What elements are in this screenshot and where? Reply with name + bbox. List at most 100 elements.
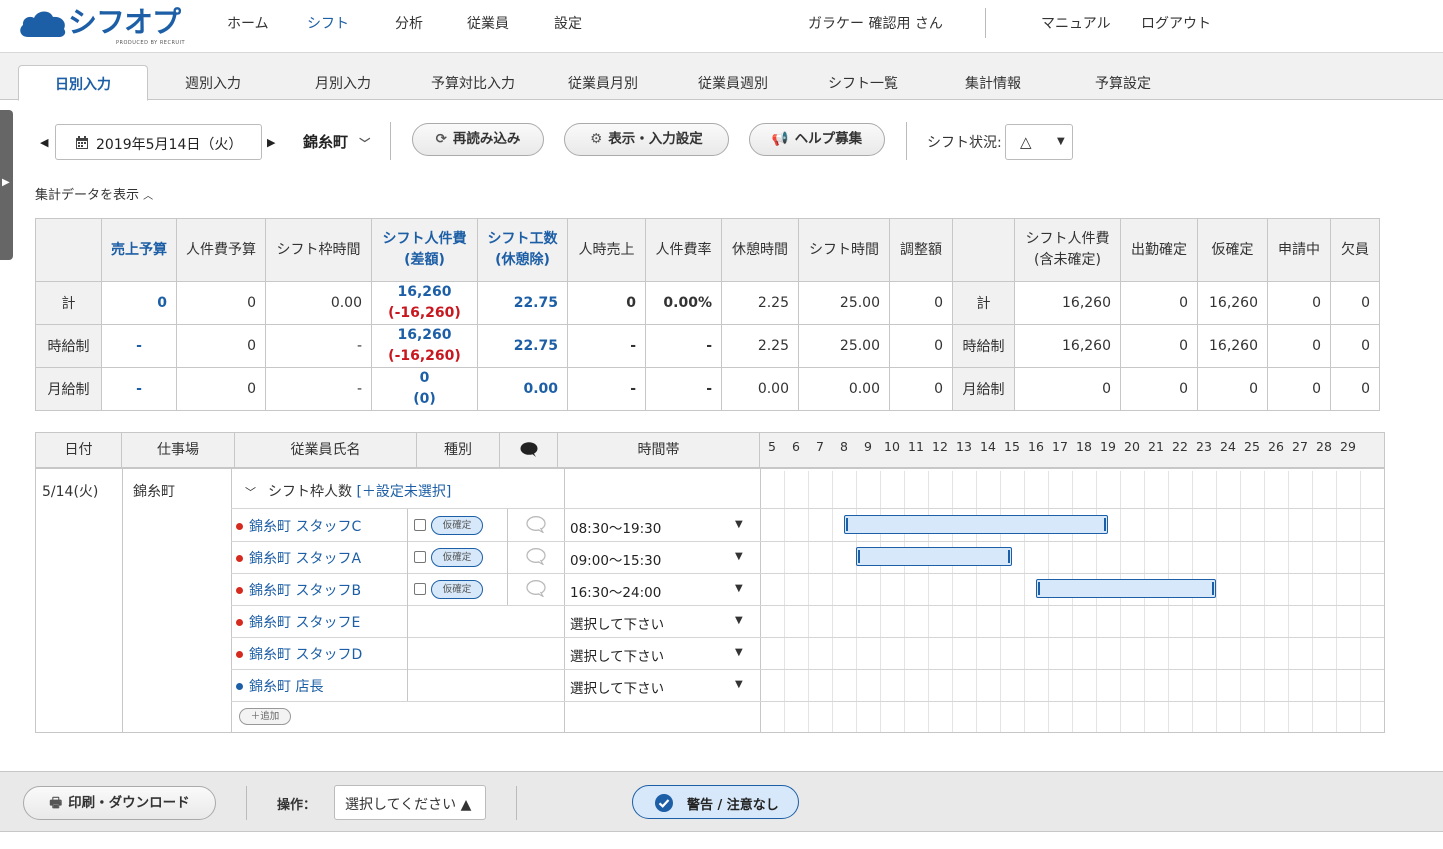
operation-select[interactable]: 選択してください ▲ (334, 785, 486, 820)
warning-status-button[interactable]: 警告 / 注意なし (632, 785, 799, 819)
tab-employee-weekly[interactable]: 従業員週別 (668, 65, 798, 100)
dropdown-arrow-icon[interactable]: ▼ (735, 551, 743, 562)
tab-shift-list[interactable]: シフト一覧 (798, 65, 928, 100)
add-employee-button[interactable]: ＋追加 (239, 708, 291, 725)
nav-home[interactable]: ホーム (227, 13, 269, 33)
status-dot (236, 555, 243, 562)
comment-bubble-icon[interactable] (526, 548, 546, 567)
shift-bar[interactable] (844, 515, 1108, 534)
hour-label: 6 (792, 439, 800, 454)
cell-labor-cost-value: 16,260 (397, 284, 452, 300)
grid-line (1360, 471, 1361, 732)
employee-name-text: 錦糸町 スタッフB (249, 583, 362, 599)
provisional-badge[interactable]: 仮確定 (431, 548, 483, 567)
grid-line (928, 471, 929, 732)
tab-aggregate-info[interactable]: 集計情報 (928, 65, 1058, 100)
header-cost-incl-line2: (含未確定) (1034, 252, 1101, 268)
employee-name[interactable]: 錦糸町 店長 (236, 676, 323, 696)
display-settings-button[interactable]: ⚙ 表示・入力設定 (564, 123, 729, 156)
shift-bar[interactable] (1036, 579, 1216, 598)
employee-checkbox[interactable] (414, 551, 426, 563)
dropdown-arrow-icon[interactable]: ▼ (735, 679, 743, 690)
time-select[interactable]: 09:00～15:30 (570, 549, 661, 569)
hour-label: 13 (956, 439, 972, 454)
shift-bar[interactable] (856, 547, 1012, 566)
cell-sales-budget: 0 (101, 281, 177, 325)
prev-day-arrow-icon[interactable]: ◀ (40, 136, 48, 149)
header-man-hours-line1: シフト工数 (487, 231, 558, 247)
header-man-hours-line2: (休憩除) (495, 252, 550, 268)
time-select[interactable]: 選択して下さい (570, 645, 664, 665)
shift-frame-toggle[interactable]: ﹀ シフト枠人数 [＋設定未選択] (245, 481, 451, 501)
cell-break-time: 0.00 (721, 367, 799, 411)
shift-status-select[interactable]: △ ▼ (1005, 124, 1073, 160)
time-select[interactable]: 選択して下さい (570, 677, 664, 697)
cell-shift-time: 0.00 (798, 367, 890, 411)
date-picker[interactable]: 2019年5月14日（火） (55, 124, 262, 160)
reload-button[interactable]: ⟳ 再読み込み (412, 123, 544, 156)
tab-employee-monthly[interactable]: 従業員月別 (538, 65, 668, 100)
row-label: 計 (35, 281, 102, 325)
employee-name[interactable]: 錦糸町 スタッフB (236, 580, 361, 600)
nav-shift[interactable]: シフト (307, 13, 349, 33)
tab-weekly-input[interactable]: 週別入力 (148, 65, 278, 100)
logout-link[interactable]: ログアウト (1141, 13, 1211, 33)
time-select[interactable]: 08:30～19:30 (570, 517, 661, 537)
toggle-summary-link[interactable]: 集計データを表示 ︿ (35, 184, 153, 203)
grid-line (880, 471, 881, 732)
shift-frame-link[interactable]: [＋設定未選択] (356, 484, 451, 500)
time-select[interactable]: 選択して下さい (570, 613, 664, 633)
time-select[interactable]: 16:30～24:00 (570, 581, 661, 601)
print-download-button[interactable]: 🖶 印刷・ダウンロード (23, 786, 216, 820)
footer-divider-2 (516, 786, 517, 820)
header-cost-incl-line1: シフト人件費 (1025, 231, 1110, 247)
comment-bubble-icon[interactable] (526, 516, 546, 535)
header-frame-time: シフト枠時間 (265, 218, 372, 282)
employee-name[interactable]: 錦糸町 スタッフE (236, 612, 360, 632)
employee-name[interactable]: 錦糸町 スタッフA (236, 548, 361, 568)
cell-cost-incl: 16,260 (1014, 324, 1121, 368)
employee-checkbox[interactable] (414, 519, 426, 531)
user-name[interactable]: ガラケー 確認用 さん (808, 13, 943, 33)
cell-adjust: 0 (889, 367, 953, 411)
next-day-arrow-icon[interactable]: ▶ (267, 136, 275, 149)
cell-labor-budget: 0 (176, 367, 266, 411)
help-recruit-button[interactable]: 📢 ヘルプ募集 (749, 123, 885, 156)
grid-line (832, 471, 833, 732)
side-panel-handle[interactable]: ▶ (0, 110, 13, 260)
employee-name-text: 錦糸町 スタッフC (249, 519, 362, 535)
dropdown-arrow-icon[interactable]: ▼ (735, 615, 743, 626)
cell-confirmed: 0 (1120, 324, 1198, 368)
nav-settings[interactable]: 設定 (554, 13, 582, 33)
dropdown-arrow-icon[interactable]: ▼ (735, 647, 743, 658)
header-labor-cost-line1: シフト人件費 (382, 231, 467, 247)
tab-budget-settings[interactable]: 予算設定 (1058, 65, 1188, 100)
cell-labor-budget: 0 (176, 281, 266, 325)
cell-labor-cost: 0 (0) (371, 367, 478, 411)
dropdown-arrow-icon[interactable]: ▼ (735, 519, 743, 530)
nav-analysis[interactable]: 分析 (395, 13, 423, 33)
footer-divider (246, 786, 247, 820)
cell-labor-budget: 0 (176, 324, 266, 368)
provisional-badge[interactable]: 仮確定 (431, 580, 483, 599)
employee-name[interactable]: 錦糸町 スタッフC (236, 516, 361, 536)
provisional-badge[interactable]: 仮確定 (431, 516, 483, 535)
tab-budget-compare[interactable]: 予算対比入力 (408, 65, 538, 100)
date-text: 2019年5月14日（火） (96, 137, 243, 153)
dropdown-arrow-icon[interactable]: ▼ (735, 583, 743, 594)
manual-link[interactable]: マニュアル (1041, 13, 1111, 33)
nav-employees[interactable]: 従業員 (467, 13, 509, 33)
employee-name[interactable]: 錦糸町 スタッフD (236, 644, 362, 664)
header-employee: 従業員氏名 (235, 433, 417, 467)
row-divider (231, 669, 1384, 670)
tab-daily-input[interactable]: 日別入力 (18, 65, 148, 101)
row-divider (231, 637, 1384, 638)
cell-provisional: 16,260 (1197, 281, 1268, 325)
comment-bubble-icon[interactable] (526, 580, 546, 599)
cell-sales-per-hour: - (567, 367, 646, 411)
summary-row-total: 計 0 0 0.00 16,260 (-16,260) 22.75 0 0.00%… (35, 281, 1380, 325)
tab-monthly-input[interactable]: 月別入力 (278, 65, 408, 100)
store-selector[interactable]: 錦糸町 ﹀ (303, 131, 370, 152)
cell-labor-cost-value: 16,260 (397, 327, 452, 343)
employee-checkbox[interactable] (414, 583, 426, 595)
